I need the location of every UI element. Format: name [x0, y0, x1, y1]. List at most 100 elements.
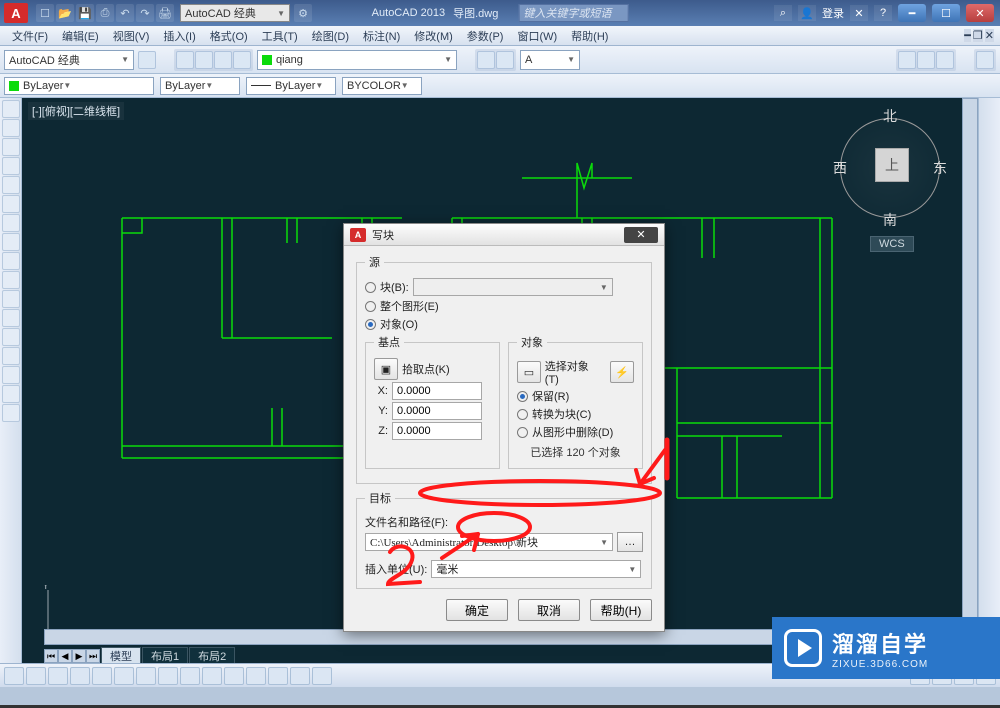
- polar-button[interactable]: [70, 667, 90, 685]
- mtext-icon[interactable]: [2, 347, 20, 365]
- help-icon[interactable]: ?: [874, 5, 892, 21]
- snap-mode-button[interactable]: [4, 667, 24, 685]
- app-menu-icon[interactable]: A: [4, 3, 28, 23]
- compass-e[interactable]: 东: [933, 158, 947, 178]
- qat-redo-icon[interactable]: ↷: [136, 4, 154, 22]
- view-tool-icon[interactable]: [917, 51, 935, 69]
- menu-tools[interactable]: 工具(T): [256, 26, 304, 46]
- grid-button[interactable]: [26, 667, 46, 685]
- point-icon[interactable]: [2, 271, 20, 289]
- workspace-combo[interactable]: AutoCAD 经典▼: [180, 4, 290, 22]
- login-label[interactable]: 登录: [822, 5, 844, 21]
- menu-insert[interactable]: 插入(I): [157, 26, 201, 46]
- qat-open-icon[interactable]: 📂: [56, 4, 74, 22]
- browse-button[interactable]: …: [617, 532, 643, 552]
- current-layer-combo[interactable]: qiang▼: [257, 50, 457, 70]
- dialog-close-button[interactable]: ✕: [624, 227, 658, 243]
- ok-button[interactable]: 确定: [446, 599, 508, 621]
- qp-button[interactable]: [246, 667, 266, 685]
- radio-entire[interactable]: [365, 301, 376, 312]
- tpy-button[interactable]: [224, 667, 244, 685]
- layer-tool-icon[interactable]: [233, 51, 251, 69]
- help-search-input[interactable]: 键入关键字或短语: [518, 4, 628, 22]
- anno-tool-icon[interactable]: [496, 51, 514, 69]
- ellipse-icon[interactable]: [2, 214, 20, 232]
- text-icon[interactable]: [2, 328, 20, 346]
- spline-icon[interactable]: [2, 233, 20, 251]
- viewport-label[interactable]: [-][俯视][二维线框]: [28, 102, 124, 120]
- menu-parametric[interactable]: 参数(P): [461, 26, 510, 46]
- arc-icon[interactable]: [2, 157, 20, 175]
- basepoint-y-input[interactable]: [392, 402, 482, 420]
- doc-min-icon[interactable]: ━: [964, 29, 971, 42]
- help-button[interactable]: 帮助(H): [590, 599, 652, 621]
- qat-print-icon[interactable]: 🖨: [156, 4, 174, 22]
- doc-restore-icon[interactable]: ❐: [973, 29, 983, 42]
- model-button[interactable]: [312, 667, 332, 685]
- anno-tool-icon[interactable]: [477, 51, 495, 69]
- radio-retain[interactable]: [517, 391, 528, 402]
- radio-block[interactable]: [365, 282, 376, 293]
- workspace-gear-icon[interactable]: ⚙: [294, 4, 312, 22]
- compass-w[interactable]: 西: [833, 158, 847, 178]
- wcs-label[interactable]: WCS: [870, 236, 914, 252]
- select-objects-button[interactable]: ▭: [517, 361, 541, 383]
- menu-help[interactable]: 帮助(H): [565, 26, 614, 46]
- menu-draw[interactable]: 绘图(D): [306, 26, 355, 46]
- view-cube[interactable]: 北 西 东 南 上 WCS: [830, 108, 950, 228]
- ortho-button[interactable]: [48, 667, 68, 685]
- menu-view[interactable]: 视图(V): [107, 26, 156, 46]
- radio-delete[interactable]: [517, 427, 528, 438]
- block-icon[interactable]: [2, 290, 20, 308]
- layer-tool-icon[interactable]: [195, 51, 213, 69]
- tab-nav-next-icon[interactable]: ▶: [72, 649, 86, 663]
- lineweight-combo[interactable]: ByLayer▼: [246, 77, 336, 95]
- path-combo[interactable]: C:\Users\Administrator\Desktop\新块▼: [365, 533, 613, 551]
- tab-model[interactable]: 模型: [101, 647, 141, 663]
- workspace-combo-2[interactable]: AutoCAD 经典▼: [4, 50, 134, 70]
- units-combo[interactable]: 毫米▼: [431, 560, 641, 578]
- menu-dimension[interactable]: 标注(N): [357, 26, 406, 46]
- ws-settings-icon[interactable]: [138, 51, 156, 69]
- dyn-button[interactable]: [180, 667, 200, 685]
- menu-file[interactable]: 文件(F): [6, 26, 54, 46]
- am-button[interactable]: [290, 667, 310, 685]
- basepoint-x-input[interactable]: [392, 382, 482, 400]
- quickselect-button[interactable]: ⚡: [610, 361, 634, 383]
- circle-icon[interactable]: [2, 138, 20, 156]
- layer-tool-icon[interactable]: [176, 51, 194, 69]
- view-tool-icon[interactable]: [898, 51, 916, 69]
- window-min-icon[interactable]: ━: [898, 4, 926, 22]
- wipeout-icon[interactable]: [2, 385, 20, 403]
- tab-nav-prev-icon[interactable]: ◀: [58, 649, 72, 663]
- qat-new-icon[interactable]: ☐: [36, 4, 54, 22]
- menu-edit[interactable]: 编辑(E): [56, 26, 105, 46]
- plotstyle-combo[interactable]: BYCOLOR▼: [342, 77, 422, 95]
- qat-undo-icon[interactable]: ↶: [116, 4, 134, 22]
- menu-modify[interactable]: 修改(M): [408, 26, 459, 46]
- polygon-icon[interactable]: [2, 195, 20, 213]
- osnap-button[interactable]: [92, 667, 112, 685]
- window-max-icon[interactable]: ☐: [932, 4, 960, 22]
- compass-s[interactable]: 南: [883, 210, 897, 230]
- sc-button[interactable]: [268, 667, 288, 685]
- hatch-icon[interactable]: [2, 252, 20, 270]
- view-tool-icon[interactable]: [936, 51, 954, 69]
- linetype-combo[interactable]: ByLayer▼: [160, 77, 240, 95]
- otrack-button[interactable]: [136, 667, 156, 685]
- ducs-button[interactable]: [158, 667, 178, 685]
- 3dosnap-button[interactable]: [114, 667, 134, 685]
- menu-format[interactable]: 格式(O): [204, 26, 254, 46]
- cancel-button[interactable]: 取消: [518, 599, 580, 621]
- lwt-button[interactable]: [202, 667, 222, 685]
- revcloud-icon[interactable]: [2, 404, 20, 422]
- tab-layout1[interactable]: 布局1: [142, 647, 188, 663]
- exchange-icon[interactable]: ✕: [850, 5, 868, 21]
- vertical-scrollbar[interactable]: [962, 98, 978, 629]
- textstyle-combo[interactable]: A▼: [520, 50, 580, 70]
- rect-icon[interactable]: [2, 176, 20, 194]
- radio-convert[interactable]: [517, 409, 528, 420]
- color-combo[interactable]: ByLayer▼: [4, 77, 154, 95]
- line-icon[interactable]: [2, 100, 20, 118]
- sign-in-icon[interactable]: 👤: [798, 5, 816, 21]
